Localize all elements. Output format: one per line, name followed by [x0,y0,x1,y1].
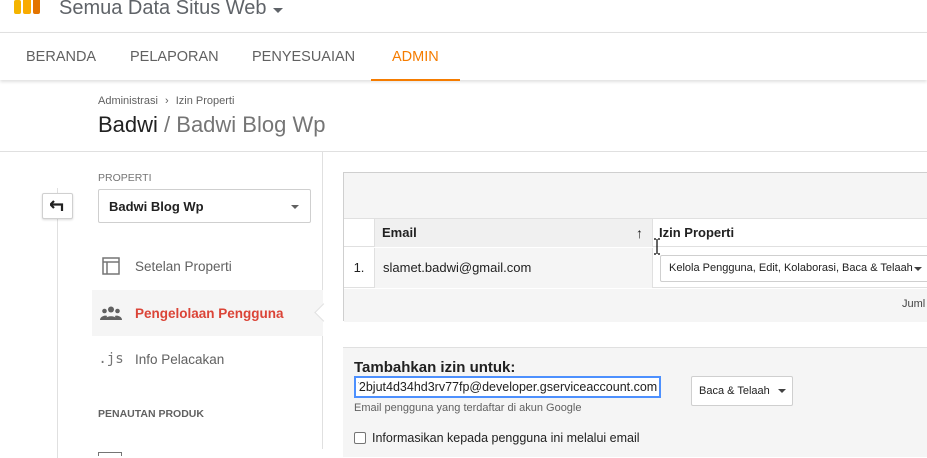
site-title: Semua Data Situs Web [59,0,267,19]
section-label-penautan-produk: PENAUTAN PRODUK [98,408,204,420]
page-title-main: Badwi [98,112,158,137]
users-table: Email ↑ Izin Properti 1. slamet.badwi@gm… [343,172,927,322]
text-cursor-icon [654,238,660,255]
table-header-row: Email ↑ Izin Properti [344,219,927,247]
active-indicator [314,303,333,322]
role-select[interactable]: Baca & Telaah [691,376,793,406]
back-button[interactable] [42,193,73,219]
table-row: 1. slamet.badwi@gmail.com Kelola Penggun… [344,248,927,288]
email-help-text: Email pengguna yang terdaftar di akun Go… [354,402,582,414]
property-select-value: Badwi Blog Wp [109,199,204,214]
breadcrumb: Administrasi › Izin Properti [98,95,234,107]
chevron-down-icon [914,267,922,271]
chevron-down-icon [778,389,786,393]
product-icon [98,452,122,456]
breadcrumb-administrasi[interactable]: Administrasi [98,95,158,107]
table-footer: Juml [344,289,927,322]
row-number: 1. [353,260,365,275]
analytics-logo-icon[interactable] [14,0,40,14]
column-header-izin-properti[interactable]: Izin Properti [654,219,734,247]
property-select[interactable]: Badwi Blog Wp [98,189,311,223]
sidebar-vertical-line [57,188,58,458]
page-title: Badwi / Badwi Blog Wp [98,112,325,138]
sidebar-item-label: Setelan Properti [135,258,232,274]
table-toolbar [344,173,927,219]
sidebar-item-label: Pengelolaan Pengguna [135,305,284,321]
property-label: PROPERTI [98,172,152,184]
account-selector[interactable]: Semua Data Situs Web [59,0,283,20]
main-nav: BERANDA PELAPORAN PENYESUAIAN ADMIN [0,32,927,81]
notify-option[interactable]: Informasikan kepada pengguna ini melalui… [354,431,640,445]
email-field[interactable] [354,376,661,398]
column-header-label: Email [382,225,417,240]
chevron-down-icon [291,205,299,209]
users-icon [100,306,122,320]
row-email[interactable]: slamet.badwi@gmail.com [374,248,653,288]
chevron-down-icon [272,7,283,13]
back-arrow-icon [49,200,63,211]
role-select-value: Baca & Telaah [699,385,770,397]
notify-label: Informasikan kepada pengguna ini melalui… [372,431,640,445]
row-count-label: Juml [902,298,926,310]
sidebar-item-label: Info Pelacakan [135,351,225,367]
top-bar: Semua Data Situs Web [0,0,927,32]
column-header-email[interactable]: Email ↑ [374,219,653,247]
breadcrumb-izin-properti[interactable]: Izin Properti [176,95,235,107]
sidebar-item-partial[interactable] [98,446,288,456]
tab-beranda[interactable]: BERANDA [26,33,96,81]
sidebar-item-info-pelacakan[interactable]: .js Info Pelacakan [92,336,323,382]
tab-pelaporan[interactable]: PELAPORAN [130,33,219,81]
page-title-subtitle: / Badwi Blog Wp [164,112,326,137]
tab-penyesuaian[interactable]: PENYESUAIAN [252,33,355,81]
arrow-up-icon: ↑ [636,225,643,241]
permission-select[interactable]: Kelola Pengguna, Edit, Kolaborasi, Baca … [660,255,927,282]
add-permission-panel: Tambahkan izin untuk: Email pengguna yan… [343,347,927,457]
notify-checkbox[interactable] [354,432,366,444]
tab-admin[interactable]: ADMIN [371,33,460,81]
add-permission-title: Tambahkan izin untuk: [354,359,516,376]
permission-select-value: Kelola Pengguna, Edit, Kolaborasi, Baca … [669,262,913,274]
sidebar-item-setelan-properti[interactable]: Setelan Properti [92,243,323,289]
admin-sidebar: PROPERTI Badwi Blog Wp Setelan Properti … [0,152,333,458]
js-icon: .js [98,351,124,367]
sidebar-item-pengelolaan-pengguna[interactable]: Pengelolaan Pengguna [92,290,333,336]
breadcrumb-separator: › [164,95,169,107]
layout-icon [100,257,122,275]
